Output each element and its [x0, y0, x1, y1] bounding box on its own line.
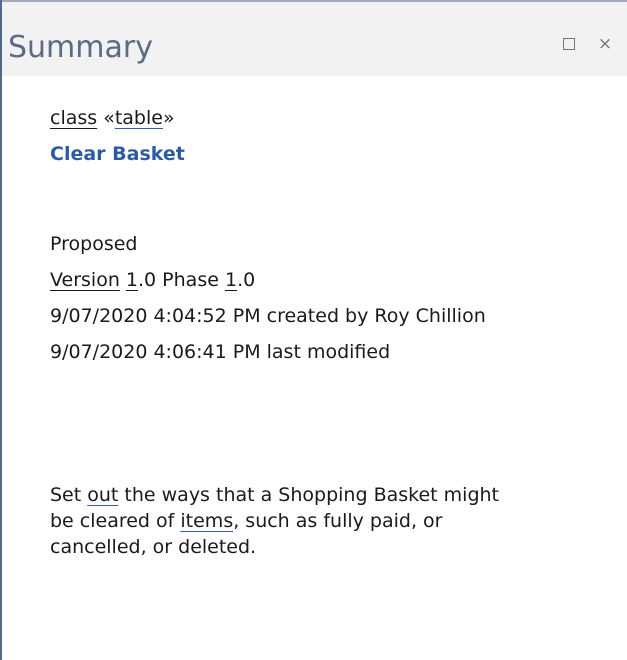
- element-type-keyword[interactable]: class: [50, 107, 97, 129]
- version-label[interactable]: Version: [50, 269, 120, 291]
- summary-window: Summary × class «table» Clear Basket Pro…: [0, 0, 627, 660]
- version-major[interactable]: 1: [126, 269, 138, 291]
- title-bar: Summary ×: [2, 0, 627, 76]
- element-type-line: class «table»: [50, 104, 175, 132]
- description-text: be cleared of: [50, 510, 181, 532]
- description-text: , such as fully paid, or: [233, 510, 443, 532]
- close-button[interactable]: ×: [593, 32, 617, 56]
- element-stereotype[interactable]: table: [115, 107, 163, 129]
- element-name: Clear Basket: [50, 143, 185, 165]
- maximize-button[interactable]: [557, 32, 581, 56]
- description-text: the ways that a Shopping Basket might: [118, 484, 499, 506]
- panel-title: Summary: [8, 30, 153, 65]
- description-line-1: Set out the ways that a Shopping Basket …: [50, 482, 499, 508]
- description-line-2: be cleared of items, such as fully paid,…: [50, 508, 442, 534]
- close-icon: ×: [597, 34, 613, 54]
- modified-text: 9/07/2020 4:06:41 PM last modified: [50, 341, 391, 363]
- status-text: Proposed: [50, 233, 138, 255]
- description-link-out[interactable]: out: [87, 484, 118, 506]
- version-rest: .0 Phase: [138, 269, 225, 291]
- stereotype-open: «: [97, 107, 115, 129]
- version-line: Version 1.0 Phase 1.0: [50, 266, 255, 294]
- description-line-3: cancelled, or deleted.: [50, 536, 257, 558]
- phase-major[interactable]: 1: [225, 269, 237, 291]
- maximize-icon: [563, 38, 575, 50]
- description-text: Set: [50, 484, 88, 506]
- phase-rest: .0: [237, 269, 256, 291]
- stereotype-close: »: [162, 107, 175, 129]
- created-text: 9/07/2020 4:04:52 PM created by Roy Chil…: [50, 305, 486, 327]
- description-link-items[interactable]: items: [180, 510, 233, 532]
